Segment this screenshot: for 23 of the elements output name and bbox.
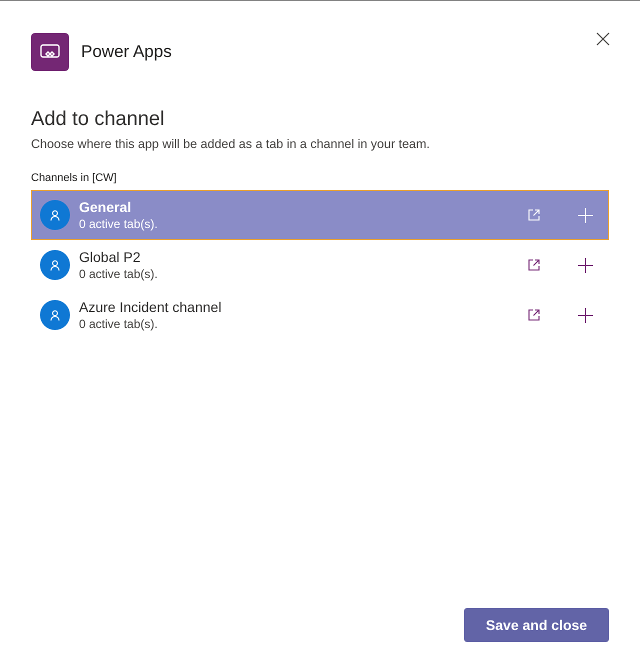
channel-avatar xyxy=(40,300,70,330)
channels-label: Channels in [CW] xyxy=(31,170,118,186)
app-name: Power Apps xyxy=(81,41,172,64)
channel-name: Azure Incident channel xyxy=(79,298,222,316)
channel-status: 0 active tab(s). xyxy=(79,266,159,282)
save-and-close-button[interactable]: Save and close xyxy=(464,608,609,642)
channel-avatar xyxy=(40,250,70,280)
channel-status: 0 active tab(s). xyxy=(79,216,159,232)
dialog-heading: Add to channel xyxy=(31,107,166,131)
open-external-icon[interactable] xyxy=(528,259,540,272)
channel-avatar xyxy=(40,200,70,230)
channel-item[interactable]: Azure Incident channel 0 active tab(s). xyxy=(31,290,609,340)
channel-name: General xyxy=(79,198,132,216)
close-button[interactable] xyxy=(595,31,611,47)
add-icon[interactable] xyxy=(578,308,593,323)
close-icon xyxy=(596,32,610,46)
dialog-description: Choose where this app will be added as a tab in a channel in your team. xyxy=(31,136,431,153)
app-logo xyxy=(31,33,69,71)
add-icon[interactable] xyxy=(578,258,593,273)
open-external-icon[interactable] xyxy=(528,309,540,322)
channel-item[interactable]: Global P2 0 active tab(s). xyxy=(31,240,609,290)
channel-name: Global P2 xyxy=(79,248,142,266)
channel-status: 0 active tab(s). xyxy=(79,316,159,332)
